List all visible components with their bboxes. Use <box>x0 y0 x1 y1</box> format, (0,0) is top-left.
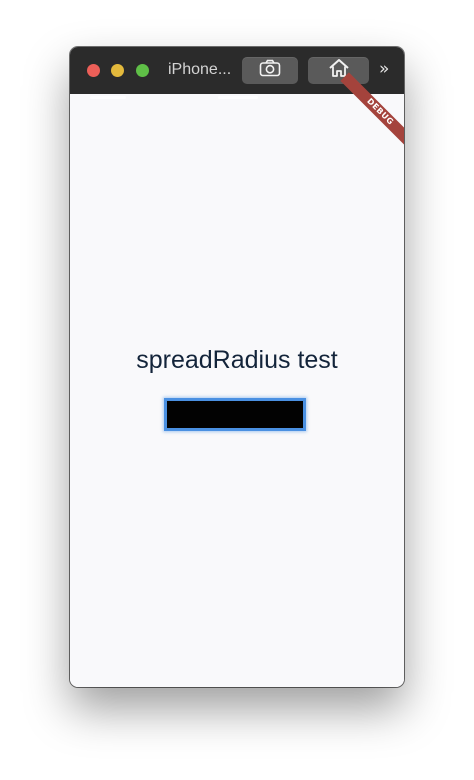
simulator-window: iPhone... » DEBUG spreadRadius test <box>70 47 404 687</box>
close-button[interactable] <box>87 64 100 77</box>
window-title: iPhone... <box>168 61 232 78</box>
device-screen: DEBUG spreadRadius test <box>70 72 404 687</box>
spread-radius-test-box <box>167 401 303 428</box>
toolbar-overflow-button[interactable]: » <box>379 59 390 79</box>
heading-text: spreadRadius test <box>136 346 338 374</box>
maximize-button[interactable] <box>136 64 149 77</box>
status-bar-center <box>218 96 258 99</box>
home-button[interactable] <box>308 57 369 84</box>
minimize-button[interactable] <box>111 64 124 77</box>
screenshot-button[interactable] <box>242 57 298 84</box>
status-bar-time <box>90 96 126 99</box>
camera-icon <box>259 59 281 82</box>
